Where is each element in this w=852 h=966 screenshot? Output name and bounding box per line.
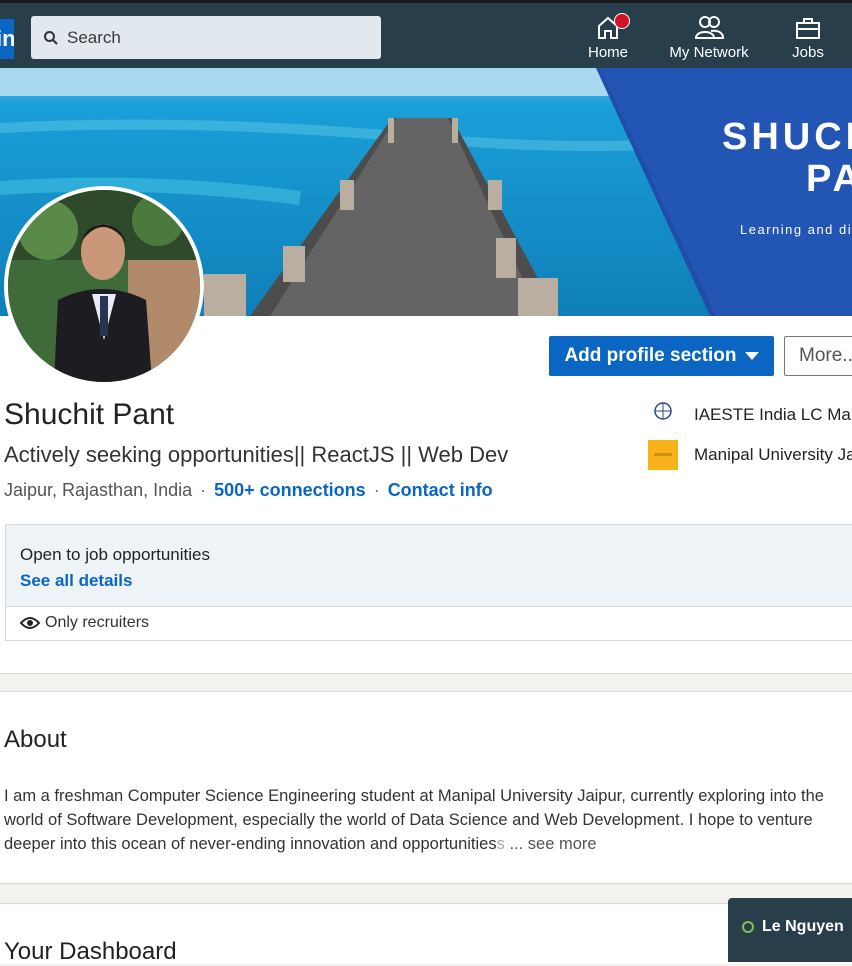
profile-card: SHUCHIT PANT Learning and discovering Ad… xyxy=(0,68,852,674)
messaging-tab[interactable]: Le Nguyen xyxy=(728,898,852,962)
open-to-work-title: Open to job opportunities xyxy=(20,545,210,564)
network-icon xyxy=(694,16,725,39)
about-body: I am a freshman Computer Science Enginee… xyxy=(4,787,824,853)
contact-info-link[interactable]: Contact info xyxy=(388,480,493,500)
nav-jobs-label: Jobs xyxy=(792,44,824,61)
nav-home[interactable]: Home xyxy=(586,13,630,61)
see-more-link[interactable]: ... see more xyxy=(505,835,596,853)
top-nav: in Home My Network Jobs xyxy=(0,0,852,68)
org-item-manipal[interactable]: Manipal University Jaipur xyxy=(648,440,852,470)
eye-icon xyxy=(20,617,40,629)
profile-avatar[interactable] xyxy=(4,186,204,386)
org-item-iaeste[interactable]: IAESTE India LC Manipal xyxy=(648,400,852,430)
visibility-label: Only recruiters xyxy=(45,614,150,631)
messaging-contact-name: Le Nguyen xyxy=(762,918,844,935)
nav-my-network-label: My Network xyxy=(669,44,749,61)
org-name: Manipal University Jaipur xyxy=(694,445,852,464)
banner-title-line1: SHUCHIT xyxy=(722,116,852,158)
nav-jobs[interactable]: Jobs xyxy=(788,13,828,61)
avatar-photo xyxy=(8,190,200,382)
dashboard-section: Your Dashboard xyxy=(0,903,852,965)
linkedin-logo[interactable]: in xyxy=(0,19,14,59)
nav-my-network[interactable]: My Network xyxy=(664,13,754,61)
separator-dot: · xyxy=(373,480,380,500)
profile-name: Shuchit Pant xyxy=(4,398,175,431)
search-box[interactable] xyxy=(31,16,381,59)
search-input[interactable] xyxy=(65,26,369,49)
see-all-details-link[interactable]: See all details xyxy=(20,571,852,591)
about-text: I am a freshman Computer Science Enginee… xyxy=(4,784,852,856)
about-fade: s xyxy=(496,835,505,853)
banner-title: SHUCHIT PANT xyxy=(722,116,852,200)
briefcase-icon xyxy=(796,18,820,39)
notification-badge xyxy=(614,13,630,29)
nav-home-label: Home xyxy=(587,44,628,61)
dashboard-heading: Your Dashboard xyxy=(4,938,177,965)
open-to-work-box: Open to job opportunities See all detail… xyxy=(5,524,852,641)
profile-location: Jaipur, Rajasthan, India xyxy=(4,480,193,500)
org-name: IAESTE India LC Manipal xyxy=(694,405,852,424)
manipal-logo xyxy=(648,440,678,470)
more-button[interactable]: More... xyxy=(784,336,852,376)
iaeste-logo xyxy=(648,400,678,430)
add-profile-section-label: Add profile section xyxy=(564,345,737,366)
search-icon xyxy=(44,30,58,45)
visibility-row: Only recruiters xyxy=(6,607,852,632)
banner-title-line2: PANT xyxy=(806,158,852,200)
connections-link[interactable]: 500+ connections xyxy=(214,480,366,500)
profile-meta: Jaipur, Rajasthan, India · 500+ connection… xyxy=(4,480,493,501)
add-profile-section-button[interactable]: Add profile section xyxy=(549,336,774,376)
about-heading: About xyxy=(4,726,67,753)
profile-headline: Actively seeking opportunities|| ReactJS… xyxy=(4,442,509,467)
online-status-icon xyxy=(742,921,754,933)
about-section: About I am a freshman Computer Science E… xyxy=(0,691,852,884)
banner-tagline: Learning and discovering xyxy=(740,222,852,237)
open-to-work-header: Open to job opportunities See all detail… xyxy=(6,525,852,607)
caret-down-icon xyxy=(744,352,759,360)
separator-dot: · xyxy=(200,480,207,500)
